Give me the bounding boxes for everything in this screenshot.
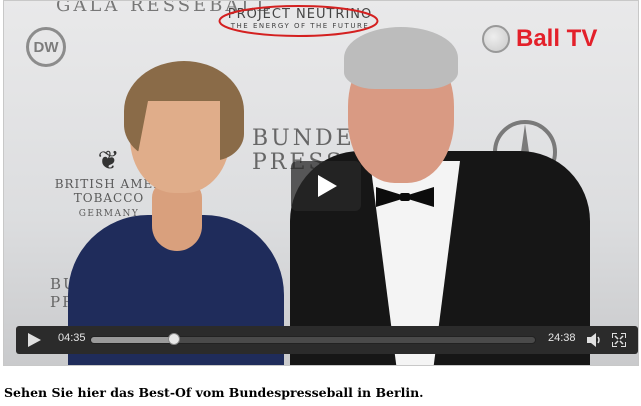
seek-handle[interactable] (167, 333, 180, 345)
ball-tv-label: Ball TV (516, 25, 598, 52)
play-icon (318, 175, 337, 197)
fullscreen-button[interactable] (612, 333, 626, 347)
man-hair (344, 27, 458, 89)
globe-icon (482, 25, 510, 53)
big-play-button[interactable] (291, 161, 361, 211)
volume-button[interactable] (586, 333, 602, 347)
current-time: 04:35 (58, 332, 86, 344)
video-player[interactable]: GALA RESSEBALL DW Ball TV PROJECT NEUTRI… (3, 0, 639, 366)
ball-tv-logo: Ball TV (482, 25, 597, 53)
dw-logo: DW (26, 27, 66, 67)
highlight-ellipse (218, 5, 379, 37)
bow-tie-icon (376, 187, 434, 207)
total-duration: 24:38 (548, 332, 576, 344)
seek-bar-progress (91, 337, 174, 343)
seek-bar[interactable] (90, 333, 536, 345)
play-button[interactable] (26, 333, 42, 347)
video-caption: Sehen Sie hier das Best-Of vom Bundespre… (4, 385, 424, 400)
video-control-bar: 04:35 24:38 (16, 326, 638, 354)
bat-line2: TOBACCO (73, 191, 145, 205)
backdrop-text-gala: GALA (56, 0, 121, 16)
